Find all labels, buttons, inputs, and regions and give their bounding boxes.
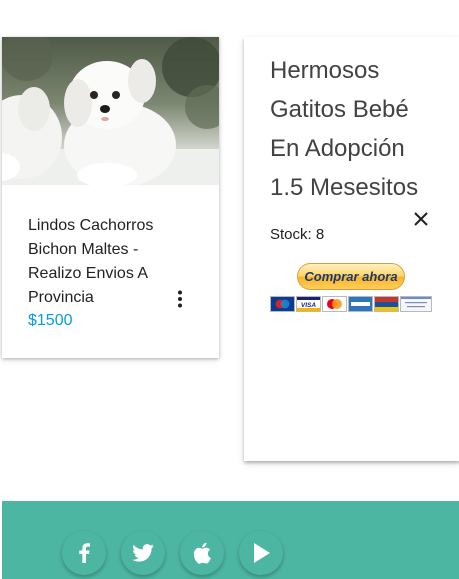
- mastercard-logo: [322, 296, 347, 312]
- visa-logo: VISA: [296, 296, 321, 312]
- footer: [2, 501, 459, 579]
- diners-logo: [374, 296, 399, 312]
- reveal-title: Hermosos Gatitos Bebé En Adopción 1.5 Me…: [270, 57, 419, 201]
- puppy-photo: [2, 37, 219, 185]
- paypal-buy-button[interactable]: Comprar ahora: [297, 263, 405, 290]
- apple-button[interactable]: [180, 531, 224, 575]
- paypal-widget: Comprar ahora VISA: [270, 263, 432, 317]
- reveal-card: Hermosos Gatitos Bebé En Adopción 1.5 Me…: [244, 37, 459, 461]
- bank-account-logo: [400, 296, 432, 312]
- close-icon: [414, 212, 428, 226]
- product-image[interactable]: [2, 37, 219, 185]
- twitter-icon: [132, 544, 154, 562]
- twitter-button[interactable]: [121, 531, 165, 575]
- product-card: Lindos Cachorros Bichon Maltes - Realizo…: [2, 37, 219, 358]
- play-button[interactable]: [239, 531, 283, 575]
- card-logos: VISA: [270, 296, 432, 314]
- play-icon: [254, 543, 270, 563]
- close-button[interactable]: [409, 207, 433, 231]
- more-vert-button[interactable]: [168, 287, 192, 311]
- maestro-logo: [270, 296, 295, 312]
- stock-label: Stock: 8: [270, 226, 325, 243]
- facebook-icon: [79, 543, 90, 563]
- svg-text:VISA: VISA: [301, 302, 316, 309]
- amex-logo: [348, 296, 373, 312]
- product-title[interactable]: Lindos Cachorros Bichon Maltes - Realizo…: [28, 214, 178, 310]
- more-vert-icon: [178, 290, 182, 308]
- apple-icon: [193, 542, 211, 564]
- page: Lindos Cachorros Bichon Maltes - Realizo…: [0, 0, 459, 579]
- facebook-button[interactable]: [62, 531, 106, 575]
- product-price: $1500: [28, 312, 73, 329]
